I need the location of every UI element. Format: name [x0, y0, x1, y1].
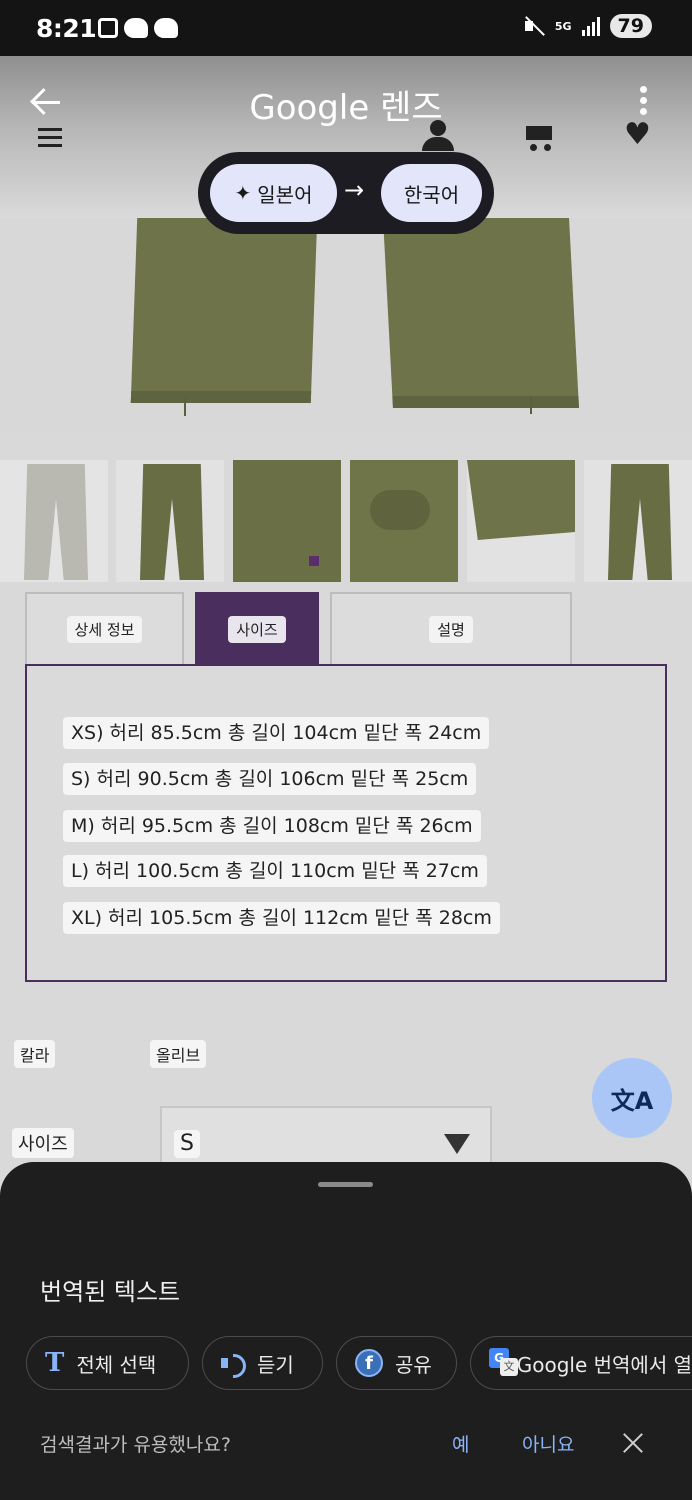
chat-notification-icon: [124, 18, 148, 38]
size-row-l: L) 허리 100.5cm 총 길이 110cm 밑단 폭 27cm: [63, 855, 487, 887]
drawcord: [530, 396, 532, 414]
more-vert-icon[interactable]: [640, 86, 648, 116]
color-label: 칼라: [14, 1040, 56, 1068]
listen-label: 듣기: [257, 1352, 294, 1377]
close-icon[interactable]: [622, 1432, 644, 1454]
drag-handle[interactable]: [318, 1182, 373, 1187]
size-select-value: S: [174, 1130, 200, 1158]
color-value: 올리브: [150, 1040, 207, 1068]
google-translate-button[interactable]: Google 번역에서 열: [470, 1336, 692, 1390]
feedback-question: 검색결과가 유용했나요?: [40, 1434, 231, 1456]
size-row-s: S) 허리 90.5cm 총 길이 106cm 밑단 폭 25cm: [63, 763, 477, 795]
signal-icon: [581, 16, 600, 36]
speaker-icon: [221, 1352, 246, 1378]
share-icon: f: [355, 1349, 383, 1377]
tab-label: 설명: [429, 615, 473, 643]
pants-right-leg: [383, 218, 579, 408]
status-bar: 8:21 5G 79: [0, 0, 692, 56]
source-language-button[interactable]: ✦ 일본어: [210, 164, 337, 222]
translate-icon[interactable]: 文A: [592, 1058, 672, 1138]
gallery-notification-icon: [98, 18, 118, 38]
network-label: 5G: [554, 19, 572, 33]
lens-title: Google 렌즈: [249, 88, 443, 128]
google-translate-icon: [489, 1348, 518, 1378]
sparkle-icon: ✦: [234, 181, 252, 205]
select-all-button[interactable]: T 전체 선택: [26, 1336, 189, 1390]
thumbnail[interactable]: [0, 460, 108, 582]
google-translate-label: Google 번역에서 열: [516, 1352, 692, 1377]
target-language-label: 한국어: [403, 182, 460, 207]
thumbnail[interactable]: [467, 460, 575, 582]
product-image: [0, 218, 692, 432]
tab-details[interactable]: 상세 정보: [25, 592, 184, 664]
chat-notification-icon-2: [154, 18, 178, 38]
cart-icon[interactable]: [522, 122, 556, 152]
heart-icon[interactable]: ♥: [624, 120, 651, 150]
tab-label: 사이즈: [228, 615, 286, 643]
source-language-label: 일본어: [257, 182, 313, 207]
notification-icons: [98, 18, 178, 38]
battery-level: 79: [609, 14, 652, 38]
sheet-title: 번역된 텍스트: [40, 1278, 181, 1306]
language-switcher: ✦ 일본어 → 한국어: [198, 152, 494, 234]
thumbnail-strip: [0, 460, 692, 582]
share-label: 공유: [395, 1352, 432, 1377]
feedback-no-button[interactable]: 아니요: [522, 1430, 574, 1457]
drawcord: [184, 398, 186, 416]
tab-label: 상세 정보: [66, 615, 143, 643]
tab-size[interactable]: 사이즈: [195, 592, 319, 664]
system-indicators: 5G 79: [523, 14, 652, 38]
user-icon[interactable]: [420, 120, 456, 152]
size-panel: XS) 허리 85.5cm 총 길이 104cm 밑단 폭 24cm S) 허리…: [25, 664, 667, 982]
arrow-right-icon: →: [344, 176, 365, 204]
thumbnail[interactable]: [350, 460, 458, 582]
thumbnail[interactable]: [584, 460, 692, 582]
dropdown-triangle-icon: [444, 1134, 470, 1154]
text-select-icon: T: [45, 1348, 65, 1378]
size-select[interactable]: S: [160, 1106, 492, 1166]
thumbnail[interactable]: [116, 460, 224, 582]
size-label: 사이즈: [12, 1128, 74, 1158]
translated-text-sheet: 번역된 텍스트 T 전체 선택 듣기 f 공유 Google 번역에서 열 검색…: [0, 1162, 692, 1500]
select-all-label: 전체 선택: [76, 1352, 157, 1377]
thumbnail[interactable]: [233, 460, 341, 582]
status-time: 8:21: [36, 14, 97, 43]
share-button[interactable]: f 공유: [336, 1336, 457, 1390]
mute-icon: [523, 15, 545, 37]
feedback-yes-button[interactable]: 예: [452, 1430, 469, 1457]
menu-icon[interactable]: [38, 128, 62, 152]
pants-left-leg: [130, 218, 318, 403]
tab-description[interactable]: 설명: [330, 592, 572, 664]
listen-button[interactable]: 듣기: [202, 1336, 323, 1390]
target-language-button[interactable]: 한국어: [381, 164, 482, 222]
size-row-m: M) 허리 95.5cm 총 길이 108cm 밑단 폭 26cm: [63, 810, 481, 842]
size-row-xl: XL) 허리 105.5cm 총 길이 112cm 밑단 폭 28cm: [63, 902, 500, 934]
size-row-xs: XS) 허리 85.5cm 총 길이 104cm 밑단 폭 24cm: [63, 717, 490, 749]
